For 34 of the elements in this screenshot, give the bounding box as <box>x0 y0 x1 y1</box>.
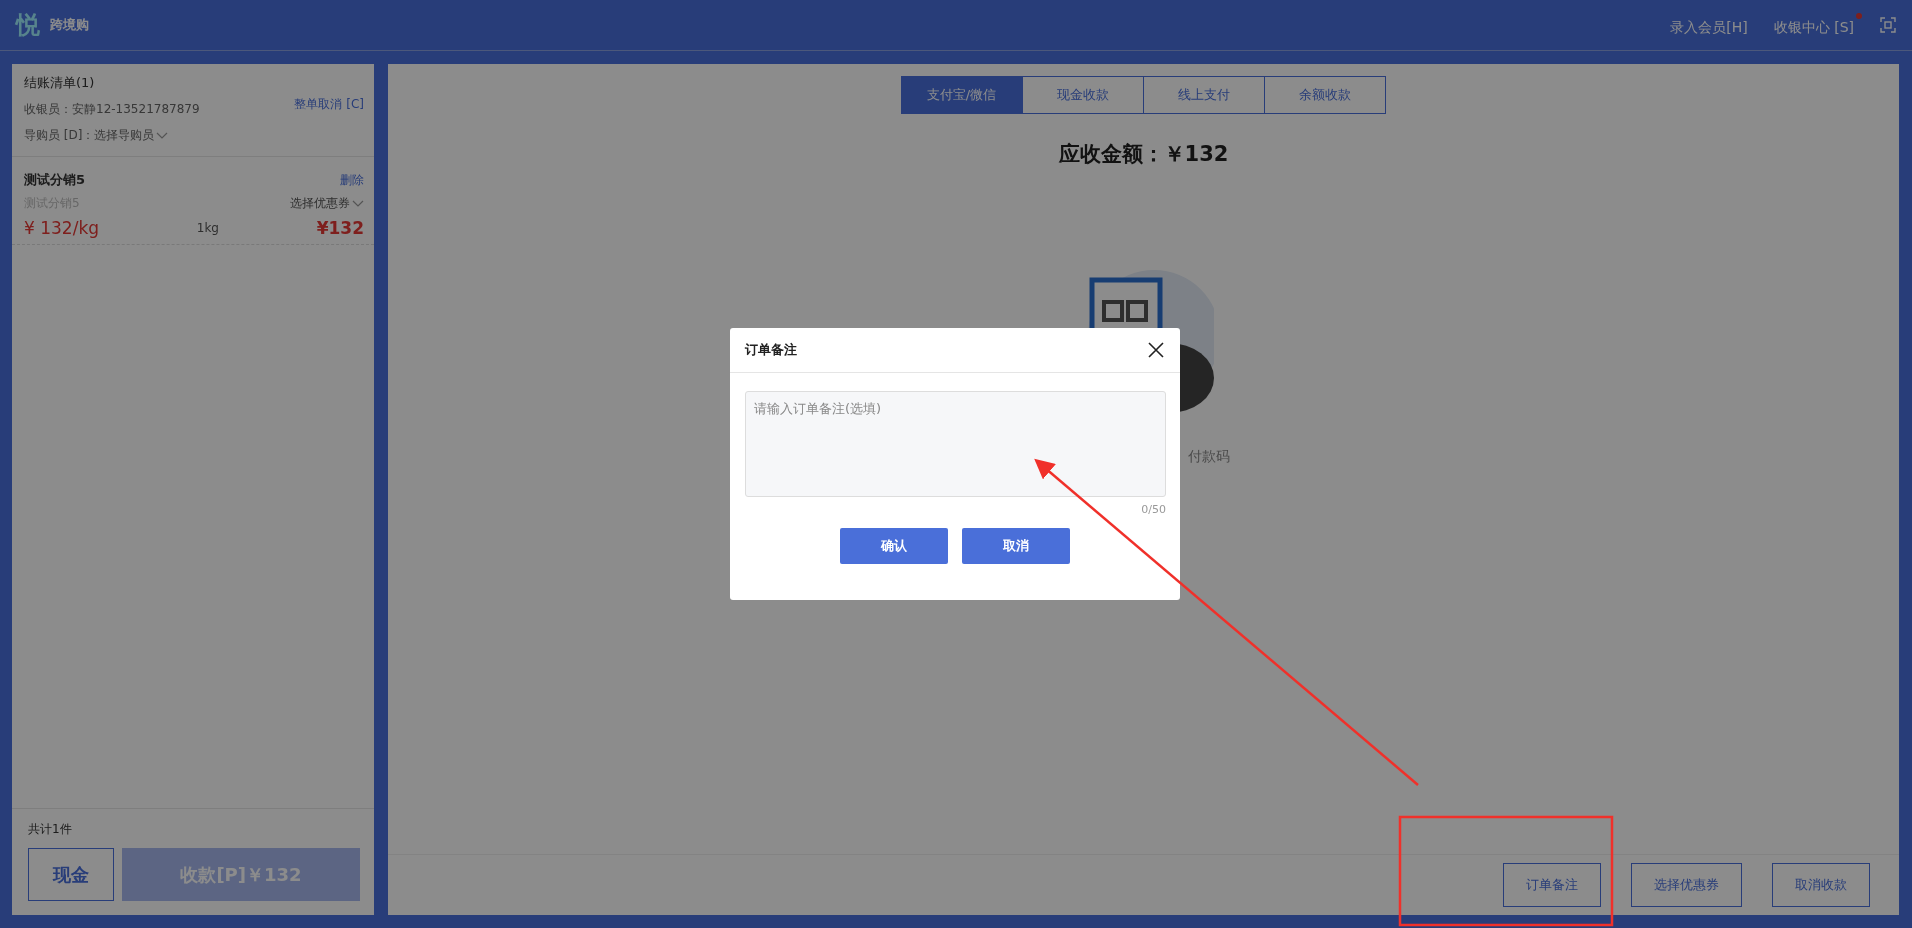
scan-hint: 付款码 <box>1187 448 1230 466</box>
cancel-order-link[interactable]: 整单取消 [C] <box>294 96 364 113</box>
dialog-button[interactable]: 取消 <box>962 528 1070 564</box>
chevron-down-icon <box>156 131 169 140</box>
amount-due: 应收金额：￥132 <box>1058 141 1229 168</box>
top-bar-link[interactable]: 收银中心 [S] <box>1773 13 1862 37</box>
footer-button[interactable]: 取消收款 <box>1772 863 1870 907</box>
guide-selector[interactable]: 导购员 [D]：选择导购员 <box>24 127 200 144</box>
app-logo: 悦 <box>16 10 40 41</box>
coupon-selector[interactable]: 选择优惠券 <box>290 195 364 212</box>
dialog-title: 订单备注 <box>745 341 797 359</box>
cashier-label: 收银员：安静12-13521787879 <box>24 101 200 118</box>
unit-price: ¥ 132/kg <box>24 218 100 238</box>
chevron-down-icon <box>352 199 364 208</box>
note-input-field[interactable]: 请输入订单备注(选填) <box>745 391 1166 497</box>
checkout-list-title: 结账清单(1) <box>24 74 96 92</box>
payment-tab[interactable]: 现金收款 <box>1021 76 1144 114</box>
cash-button[interactable]: 现金 <box>28 848 114 901</box>
close-icon[interactable] <box>1148 342 1164 358</box>
fullscreen-icon[interactable] <box>1880 17 1896 33</box>
payment-tab[interactable]: 线上支付 <box>1142 76 1265 114</box>
top-bar-link[interactable]: 录入会员[H] <box>1670 13 1756 37</box>
payment-tab[interactable]: 余额收款 <box>1263 76 1386 114</box>
character-counter: 0/50 <box>1141 503 1166 516</box>
footer-button[interactable]: 选择优惠券 <box>1631 863 1742 907</box>
footer-button[interactable]: 订单备注 <box>1503 863 1601 907</box>
delete-link[interactable]: 删除 <box>340 171 364 189</box>
app-name: 跨境购 <box>50 16 89 34</box>
item-total: ¥132 <box>316 218 364 238</box>
item-count: 共计1件 <box>28 821 73 838</box>
payment-tab[interactable]: 支付宝/微信 <box>900 76 1023 114</box>
product-name: 测试分销5 <box>24 171 86 189</box>
dialog-button[interactable]: 确认 <box>840 528 948 564</box>
quantity: 1kg <box>196 221 219 235</box>
